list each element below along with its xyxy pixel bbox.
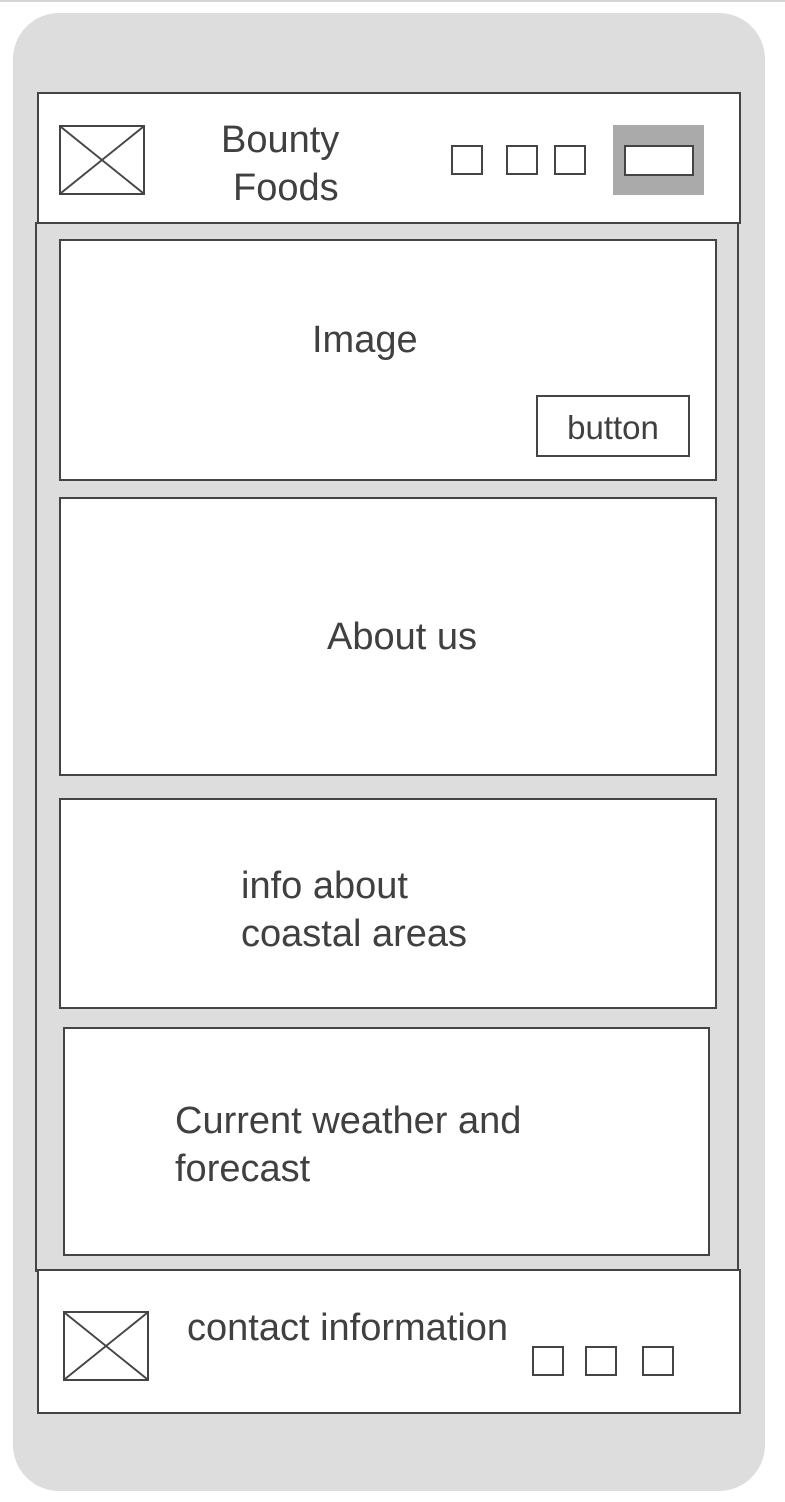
menu-button-inner: [624, 145, 694, 176]
coastal-info-line2: coastal areas: [241, 913, 468, 955]
nav-square-icon[interactable]: [554, 145, 586, 175]
hero-button[interactable]: button: [536, 395, 690, 457]
social-square-icon[interactable]: [642, 1346, 674, 1376]
about-us-label: About us: [327, 616, 477, 658]
contact-information-label: contact information: [187, 1307, 509, 1349]
nav-square-icon[interactable]: [506, 145, 538, 175]
coastal-info-line1: info about: [241, 865, 408, 907]
menu-button[interactable]: [613, 125, 704, 195]
site-title-line2: Foods: [233, 167, 339, 209]
footer-image-placeholder-icon: [63, 1311, 149, 1381]
social-square-icon[interactable]: [532, 1346, 564, 1376]
weather-line2: forecast: [175, 1148, 311, 1190]
weather-line1: Current weather and: [175, 1100, 522, 1142]
logo-image-placeholder-icon[interactable]: [59, 125, 145, 195]
social-square-icon[interactable]: [585, 1346, 617, 1376]
nav-square-icon[interactable]: [451, 145, 483, 175]
top-edge: [0, 0, 785, 2]
hero-image-label: Image: [312, 319, 418, 361]
site-title-line1: Bounty: [221, 119, 340, 161]
